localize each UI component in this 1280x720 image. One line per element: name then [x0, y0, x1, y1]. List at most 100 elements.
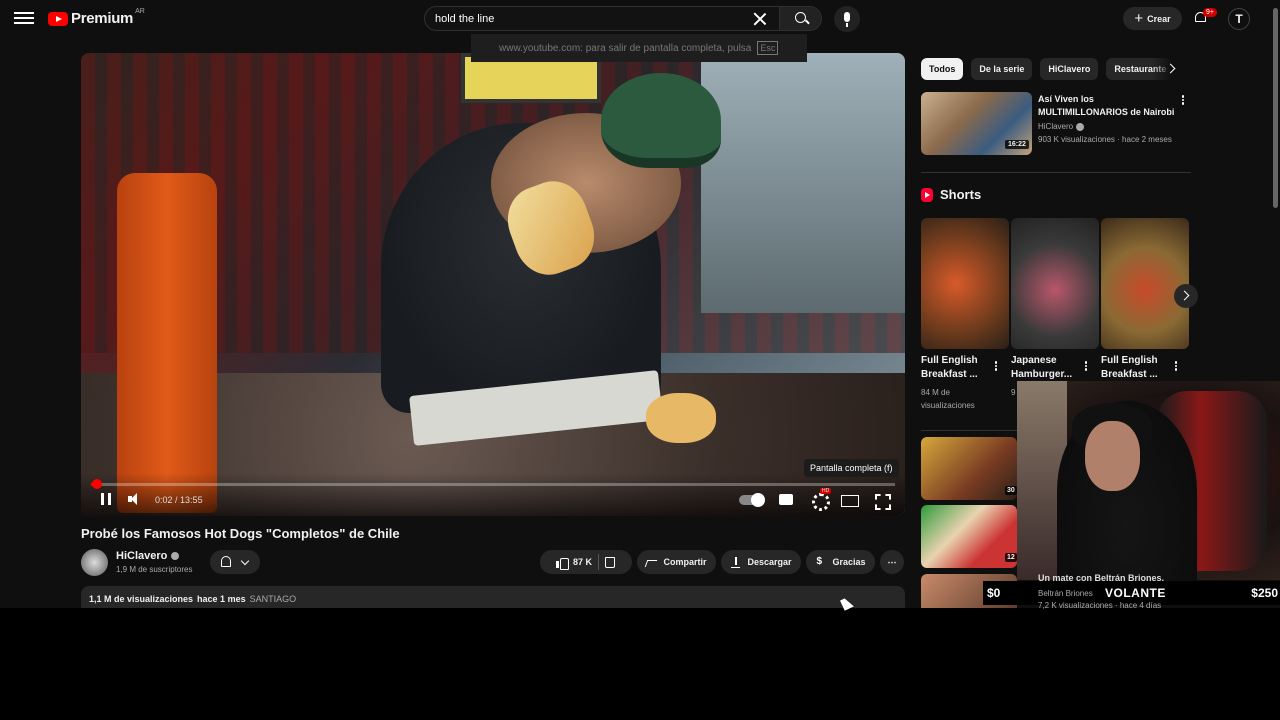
- youtube-play-icon: [48, 11, 68, 26]
- video-frame-cap: [601, 73, 721, 168]
- thanks-icon: [815, 556, 826, 568]
- chips-next-icon[interactable]: [1164, 62, 1178, 76]
- like-dislike-group: 87 K: [540, 550, 632, 574]
- short-item[interactable]: Japanese Hamburger... 9: [1011, 218, 1099, 397]
- search-box: hold the line: [424, 6, 822, 31]
- time-total: 13:55: [180, 495, 203, 505]
- video-title-partial[interactable]: Un mate con Beltrán Briones.: [1038, 573, 1164, 583]
- theater-mode-button[interactable]: [840, 491, 860, 509]
- verified-icon: [1076, 122, 1085, 131]
- chip-restaurante[interactable]: Restaurante: [1106, 58, 1173, 80]
- fullscreen-tooltip: Pantalla completa (f): [804, 459, 899, 477]
- time-display: 0:02 / 13:55: [155, 495, 203, 505]
- section-divider: [921, 430, 1021, 431]
- search-input[interactable]: hold the line: [425, 13, 751, 25]
- video-meta-partial: 7,2 K visualizaciones · hace 4 días: [1038, 601, 1162, 610]
- like-count[interactable]: 87 K: [573, 557, 592, 567]
- channel-avatar[interactable]: [81, 549, 108, 576]
- download-label: Descargar: [747, 557, 792, 567]
- video-player[interactable]: 0:02 / 13:55 HD: [81, 53, 905, 516]
- shorts-heading-text: Shorts: [940, 187, 982, 202]
- create-button[interactable]: + Crear: [1123, 7, 1182, 30]
- location-tag[interactable]: SANTIAGO: [250, 594, 297, 604]
- recommended-channel[interactable]: HiClavero: [1038, 122, 1085, 131]
- more-actions-button[interactable]: ⋯: [880, 550, 904, 574]
- shorts-next-button[interactable]: [1174, 284, 1198, 308]
- subtitles-button[interactable]: [777, 491, 797, 509]
- view-count: 1,1 M de visualizaciones: [89, 594, 194, 604]
- like-icon[interactable]: [555, 557, 569, 570]
- description-box[interactable]: 1,1 M de visualizaciones hace 1 mes SANT…: [81, 586, 905, 608]
- menu-icon[interactable]: [14, 9, 34, 29]
- pause-button[interactable]: [97, 491, 117, 509]
- overlay-center-label: VOLANTE: [1105, 586, 1166, 600]
- volume-button[interactable]: [126, 491, 146, 509]
- share-icon: [646, 557, 657, 568]
- chip-de-la-serie[interactable]: De la serie: [971, 58, 1033, 80]
- screen-bottom-area: [0, 608, 1280, 720]
- clear-search-icon[interactable]: [751, 10, 769, 28]
- subscription-bell-button[interactable]: [210, 550, 260, 574]
- channel-name[interactable]: HiClavero: [116, 550, 180, 562]
- video-frame-window: [701, 53, 905, 313]
- channel-name-text[interactable]: HiClavero: [116, 550, 167, 562]
- streamer-webcam-overlay: [1017, 381, 1280, 580]
- progress-knob[interactable]: [92, 479, 102, 489]
- share-label: Compartir: [663, 557, 707, 567]
- settings-button[interactable]: HD: [809, 488, 832, 511]
- create-label: Crear: [1147, 13, 1171, 24]
- fullscreen-button[interactable]: [872, 491, 892, 509]
- video-title: Probé los Famosos Hot Dogs "Completos" d…: [81, 526, 400, 541]
- short-meta: 84 M de visualizaciones: [921, 388, 975, 410]
- progress-bar[interactable]: [91, 479, 895, 489]
- thanks-button[interactable]: Gracias: [806, 550, 875, 574]
- scrollbar-thumb[interactable]: [1273, 8, 1278, 208]
- search-button[interactable]: [779, 7, 821, 30]
- chip-todos[interactable]: Todos: [921, 58, 964, 80]
- video-thumbnail[interactable]: [921, 505, 1017, 568]
- notifications-button[interactable]: 9+: [1193, 8, 1217, 26]
- like-divider: [598, 554, 599, 570]
- voice-search-button[interactable]: [834, 6, 860, 32]
- short-more-icon[interactable]: [1174, 360, 1178, 372]
- short-title[interactable]: Full English Breakfast ...: [921, 354, 993, 382]
- dislike-icon[interactable]: [605, 556, 616, 568]
- short-more-icon[interactable]: [1084, 360, 1088, 372]
- logo-text: Premium: [71, 10, 134, 27]
- fullscreen-message-text: www.youtube.com: para salir de pantalla …: [499, 42, 752, 54]
- autoplay-toggle[interactable]: [739, 493, 765, 507]
- download-icon: [730, 556, 741, 568]
- download-button[interactable]: Descargar: [721, 550, 801, 574]
- video-frame-bottle: [117, 173, 217, 513]
- plus-icon: +: [1134, 10, 1144, 27]
- account-avatar[interactable]: T: [1228, 8, 1250, 30]
- short-thumbnail[interactable]: [1101, 218, 1189, 349]
- recommended-title[interactable]: Así Viven los MULTIMILLONARIOS de Nairob…: [1038, 93, 1178, 119]
- overlay-right-value: $250: [1251, 586, 1278, 600]
- player-controls: 0:02 / 13:55 HD: [81, 473, 905, 516]
- time-separator: /: [172, 495, 181, 505]
- short-title[interactable]: Full English Breakfast ...: [1101, 354, 1173, 382]
- recommended-channel-name[interactable]: HiClavero: [1038, 122, 1073, 131]
- top-bar: Premium AR hold the line + Crear 9+ T: [0, 0, 1280, 38]
- chip-hiclavero[interactable]: HiClavero: [1040, 58, 1099, 80]
- recommended-video[interactable]: 16:22 Así Viven los MULTIMILLONARIOS de …: [921, 92, 1191, 158]
- short-more-icon[interactable]: [994, 360, 998, 372]
- share-button[interactable]: Compartir: [637, 550, 716, 574]
- video-channel-partial[interactable]: Beltrán Briones: [1038, 589, 1093, 598]
- video-thumbnail[interactable]: [921, 437, 1017, 500]
- recommended-more-icon[interactable]: [1181, 94, 1185, 106]
- youtube-premium-logo[interactable]: Premium AR: [48, 8, 145, 27]
- filter-chips: Todos De la serie HiClavero Restaurante: [921, 58, 1173, 80]
- short-thumbnail[interactable]: [1011, 218, 1099, 349]
- short-item[interactable]: Full English Breakfast ...: [1101, 218, 1189, 380]
- time-current: 0:02: [155, 495, 173, 505]
- video-duration: 30: [1005, 486, 1017, 495]
- short-thumbnail[interactable]: [921, 218, 1009, 349]
- short-title[interactable]: Japanese Hamburger...: [1011, 354, 1083, 382]
- short-item[interactable]: Full English Breakfast ... 84 M de visua…: [921, 218, 1009, 410]
- shorts-icon: [921, 187, 933, 202]
- fullscreen-exit-message: www.youtube.com: para salir de pantalla …: [471, 34, 807, 62]
- video-duration: 12: [1005, 553, 1017, 562]
- logo-country: AR: [135, 8, 145, 15]
